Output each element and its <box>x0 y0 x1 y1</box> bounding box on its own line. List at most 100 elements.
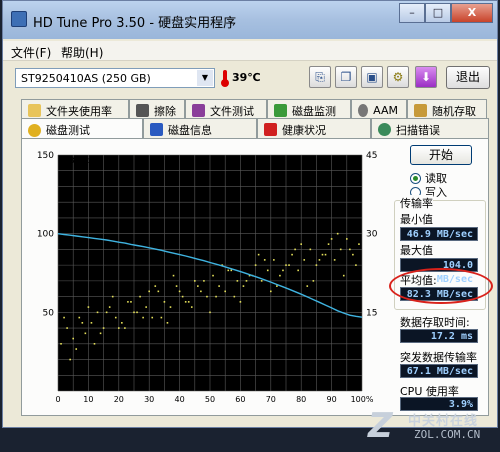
access-time-point <box>166 322 169 324</box>
access-time-point <box>175 285 178 287</box>
access-time-point <box>218 285 220 287</box>
tab-health[interactable]: 健康状况 <box>257 118 371 138</box>
access-time-point <box>197 285 199 287</box>
access-time-point <box>227 269 230 272</box>
access-time-point <box>124 327 126 329</box>
access-time-point <box>276 285 278 287</box>
access-time-point <box>239 301 242 303</box>
health-icon <box>264 123 277 136</box>
x-tick: 80 <box>296 395 306 404</box>
tab-random-access[interactable]: 随机存取 <box>407 99 487 119</box>
copy-icon: ⎘ <box>315 70 325 84</box>
access-time-point <box>285 264 287 266</box>
radio-dot <box>410 172 421 184</box>
exit-button[interactable]: 退出 <box>446 66 490 89</box>
tab-label: 磁盘信息 <box>168 123 212 137</box>
maximize-button[interactable]: □ <box>425 3 451 23</box>
down-button[interactable]: ⬇ <box>415 66 437 88</box>
access-time-point <box>66 327 68 329</box>
access-time-point <box>190 306 193 308</box>
options-icon: ⚙ <box>392 70 404 84</box>
temperature-readout: 39℃ <box>232 71 261 84</box>
tab-label: 擦除 <box>154 104 176 118</box>
tab-benchmark[interactable]: 磁盘测试 <box>21 118 143 139</box>
copy-button[interactable]: ⎘ <box>309 66 331 88</box>
access-time-point <box>72 337 74 340</box>
access-time-point <box>121 322 123 324</box>
access-time-point <box>254 264 257 266</box>
x-tick: 40 <box>175 395 185 404</box>
access-time-point <box>172 274 175 277</box>
save-icon: ▣ <box>366 70 378 84</box>
access-time-point <box>279 274 281 277</box>
access-time-point <box>151 316 154 319</box>
access-time-point <box>139 295 141 298</box>
access-time-point <box>270 290 272 293</box>
speaker-icon <box>358 104 369 117</box>
benchmark-panel: MB/sec ms 150 100 50 45 30 15 0 10 20 30 40 50 60 70 80 9… <box>21 138 493 416</box>
file-test-icon <box>192 104 205 117</box>
min-label: 最小值 <box>400 213 433 226</box>
access-time-point <box>318 259 321 261</box>
close-button[interactable]: X <box>451 3 493 23</box>
access-time-point <box>212 274 214 277</box>
erase-icon <box>136 104 149 117</box>
toolbar: ST9250410AS (250 GB) ▼ 39℃ ⎘ ❐ ▣ ⚙ ⬇ 退出 <box>3 62 497 96</box>
access-time-point <box>78 316 81 319</box>
access-time-point <box>300 243 302 245</box>
save-button[interactable]: ▣ <box>361 66 383 88</box>
tab-disk-monitor[interactable]: 磁盘监测 <box>267 99 351 119</box>
x-tick: 20 <box>114 395 124 404</box>
menu-help[interactable]: 帮助(H) <box>61 44 103 61</box>
folder-icon <box>28 104 41 117</box>
access-time-point <box>203 280 205 282</box>
tab-disk-info[interactable]: 磁盘信息 <box>143 118 257 138</box>
window-title: HD Tune Pro 3.50 - 硬盘实用程序 <box>33 16 237 31</box>
options-button[interactable]: ⚙ <box>387 66 409 88</box>
burst-rate-value: 67.1 MB/sec <box>400 364 478 378</box>
access-time-point <box>194 280 196 282</box>
access-time-point <box>291 253 293 256</box>
benchmark-icon <box>28 123 41 137</box>
info-icon <box>150 123 163 136</box>
access-time-point <box>315 264 318 266</box>
access-time-point <box>154 285 157 287</box>
copy-all-button[interactable]: ❐ <box>335 66 357 88</box>
x-tick: 30 <box>144 395 154 404</box>
access-time-point <box>209 311 211 314</box>
tab-aam[interactable]: AAM <box>351 99 407 119</box>
transfer-rate-label: 传输率 <box>400 195 433 211</box>
access-time-point <box>303 259 306 261</box>
y-tick-left: 100 <box>37 230 54 240</box>
y-tick-left: 150 <box>37 151 54 161</box>
tab-erase[interactable]: 擦除 <box>129 99 185 119</box>
start-button[interactable]: 开始 <box>410 145 472 165</box>
access-time-point <box>266 269 269 272</box>
access-time-point <box>60 343 62 345</box>
chevron-down-icon[interactable]: ▼ <box>197 70 213 86</box>
y-tick-right: 15 <box>366 308 377 318</box>
access-time-point <box>96 311 99 314</box>
highlight-ellipse <box>389 268 493 304</box>
access-time-point <box>111 295 114 298</box>
minimize-button[interactable]: – <box>399 3 425 23</box>
watermark-text: 中关村在线 <box>408 414 479 429</box>
copy-all-icon: ❐ <box>340 70 352 84</box>
drive-select[interactable]: ST9250410AS (250 GB) ▼ <box>15 68 215 88</box>
y-axis-left-label: MB/sec <box>62 156 91 165</box>
y-tick-right: 30 <box>366 230 378 240</box>
menu-bar: 文件(F) 帮助(H) <box>3 41 497 61</box>
zol-watermark: Z 中关村在线 ZOL.COM.CN <box>362 404 494 448</box>
access-time-point <box>105 311 108 314</box>
tab-file-test[interactable]: 文件测试 <box>185 99 267 119</box>
benchmark-chart: MB/sec ms150100504530150 10 20 30 40 50 60 70 80 9… <box>28 145 400 409</box>
access-time-point <box>236 280 239 282</box>
tab-folder-usage[interactable]: 文件夹使用率 <box>21 99 129 119</box>
tab-error-scan[interactable]: 扫描错误 <box>371 118 489 138</box>
access-time-point <box>349 248 351 251</box>
access-time-point <box>206 295 208 298</box>
access-time-point <box>297 269 299 272</box>
menu-file[interactable]: 文件(F) <box>11 44 51 61</box>
access-time-point <box>263 259 266 261</box>
tab-label: 健康状况 <box>282 123 326 137</box>
